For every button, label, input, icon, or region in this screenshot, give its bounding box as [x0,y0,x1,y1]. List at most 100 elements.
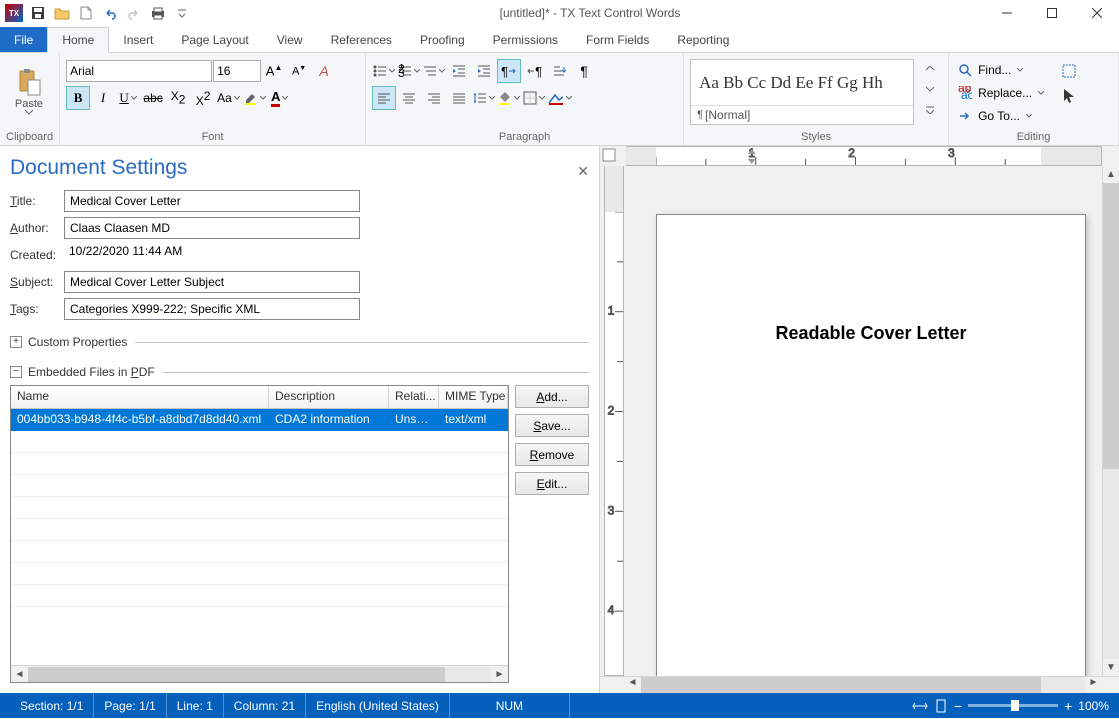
status-column[interactable]: Column: 21 [224,693,306,718]
goto-button[interactable]: Go To... [955,105,1047,127]
table-row[interactable] [11,585,508,607]
tab-reporting[interactable]: Reporting [663,27,743,52]
zoom-percent[interactable]: 100% [1078,699,1109,713]
superscript-button[interactable]: X2 [191,86,215,110]
undo-icon[interactable] [100,3,120,23]
ltr-button[interactable]: ¶ [497,59,521,83]
open-icon[interactable] [52,3,72,23]
scroll-left-icon[interactable]: ◄ [11,669,28,680]
styles-up-icon[interactable] [918,59,942,77]
tags-field[interactable] [64,298,360,320]
tab-form-fields[interactable]: Form Fields [572,27,663,52]
replace-button[interactable]: abac Replace... [955,82,1047,104]
print-icon[interactable] [148,3,168,23]
increase-indent-button[interactable] [472,59,496,83]
zoom-slider[interactable] [968,704,1058,707]
table-row[interactable] [11,453,508,475]
frame-border-button[interactable] [547,86,573,110]
new-doc-icon[interactable] [76,3,96,23]
status-section[interactable]: Section: 1/1 [10,693,94,718]
panel-close-icon[interactable]: ✕ [577,163,589,180]
table-row[interactable] [11,519,508,541]
save-button[interactable]: Save... [515,414,589,437]
italic-button[interactable]: I [91,86,115,110]
table-body[interactable]: 004bb033-b948-4f4c-b5bf-a8dbd7d8dd40.xml… [11,409,508,665]
maximize-button[interactable] [1029,0,1074,27]
numbering-button[interactable]: 123 [397,59,421,83]
tab-references[interactable]: References [317,27,406,52]
align-left-button[interactable] [372,86,396,110]
tab-file[interactable]: File [0,27,47,52]
styles-expand-icon[interactable] [918,101,942,119]
status-line[interactable]: Line: 1 [167,693,224,718]
justify-button[interactable] [447,86,471,110]
tab-permissions[interactable]: Permissions [479,27,572,52]
status-page[interactable]: Page: 1/1 [94,693,166,718]
redo-icon[interactable] [124,3,144,23]
qat-dropdown-icon[interactable] [172,3,192,23]
styles-gallery[interactable]: Aa Bb Cc Dd Ee Ff Gg Hh ¶[Normal] [690,59,914,125]
add-button[interactable]: Add... [515,385,589,408]
bold-button[interactable]: B [66,86,90,110]
document-canvas[interactable]: Readable Cover Letter [624,166,1102,676]
col-mimetype[interactable]: MIME Type [439,386,508,408]
borders-button[interactable] [522,86,546,110]
table-row[interactable] [11,475,508,497]
find-button[interactable]: Find... [955,59,1047,81]
shading-button[interactable] [497,86,521,110]
clear-format-icon[interactable]: A [312,59,336,83]
sort-button[interactable] [547,59,571,83]
scroll-right-icon[interactable]: ► [1085,677,1102,693]
tab-page-layout[interactable]: Page Layout [167,27,262,52]
paste-button[interactable]: Paste [6,59,52,123]
close-button[interactable] [1074,0,1119,27]
table-row[interactable] [11,541,508,563]
edit-button[interactable]: Edit... [515,472,589,495]
zoom-fit-width-icon[interactable] [912,699,928,713]
scroll-down-icon[interactable]: ▼ [1103,659,1119,676]
col-name[interactable]: Name [11,386,269,408]
horizontal-scrollbar[interactable]: ◄ ► [600,676,1119,693]
remove-button[interactable]: Remove [515,443,589,466]
author-field[interactable] [64,217,360,239]
tab-proofing[interactable]: Proofing [406,27,479,52]
styles-down-icon[interactable] [918,80,942,98]
embedded-files-header[interactable]: − Embedded Files in PDF [10,365,589,379]
change-case-button[interactable]: Aa [216,86,241,110]
font-color-button[interactable]: A [268,86,292,110]
save-icon[interactable] [28,3,48,23]
cursor-icon[interactable] [1057,84,1081,108]
rtl-button[interactable]: ¶ [522,59,546,83]
subject-field[interactable] [64,271,360,293]
custom-properties-header[interactable]: + Custom Properties [10,335,589,349]
status-num[interactable]: NUM [450,693,570,718]
select-object-icon[interactable] [1057,59,1081,83]
col-relationship[interactable]: Relati... [389,386,439,408]
shrink-font-icon[interactable]: A▼ [287,59,311,83]
font-size-select[interactable] [213,60,261,82]
title-field[interactable] [64,190,360,212]
underline-button[interactable]: U [116,86,140,110]
line-spacing-button[interactable] [472,86,496,110]
highlight-button[interactable] [242,86,267,110]
horizontal-ruler[interactable]: 1 2 3 4 [626,146,1102,166]
font-name-select[interactable] [66,60,212,82]
align-right-button[interactable] [422,86,446,110]
grow-font-icon[interactable]: A▲ [262,59,286,83]
show-marks-button[interactable]: ¶ [572,59,596,83]
status-language[interactable]: English (United States) [306,693,450,718]
align-center-button[interactable] [397,86,421,110]
tab-view[interactable]: View [263,27,317,52]
table-row[interactable]: 004bb033-b948-4f4c-b5bf-a8dbd7d8dd40.xml… [11,409,508,431]
table-row[interactable] [11,497,508,519]
strikethrough-button[interactable]: abc [141,86,165,110]
table-row[interactable] [11,431,508,453]
scroll-right-icon[interactable]: ► [491,669,508,680]
zoom-in-button[interactable]: + [1064,698,1072,714]
multilevel-list-button[interactable] [422,59,446,83]
zoom-fit-page-icon[interactable] [934,698,948,714]
zoom-out-button[interactable]: − [954,698,962,714]
decrease-indent-button[interactable] [447,59,471,83]
table-row[interactable] [11,563,508,585]
bullets-button[interactable] [372,59,396,83]
